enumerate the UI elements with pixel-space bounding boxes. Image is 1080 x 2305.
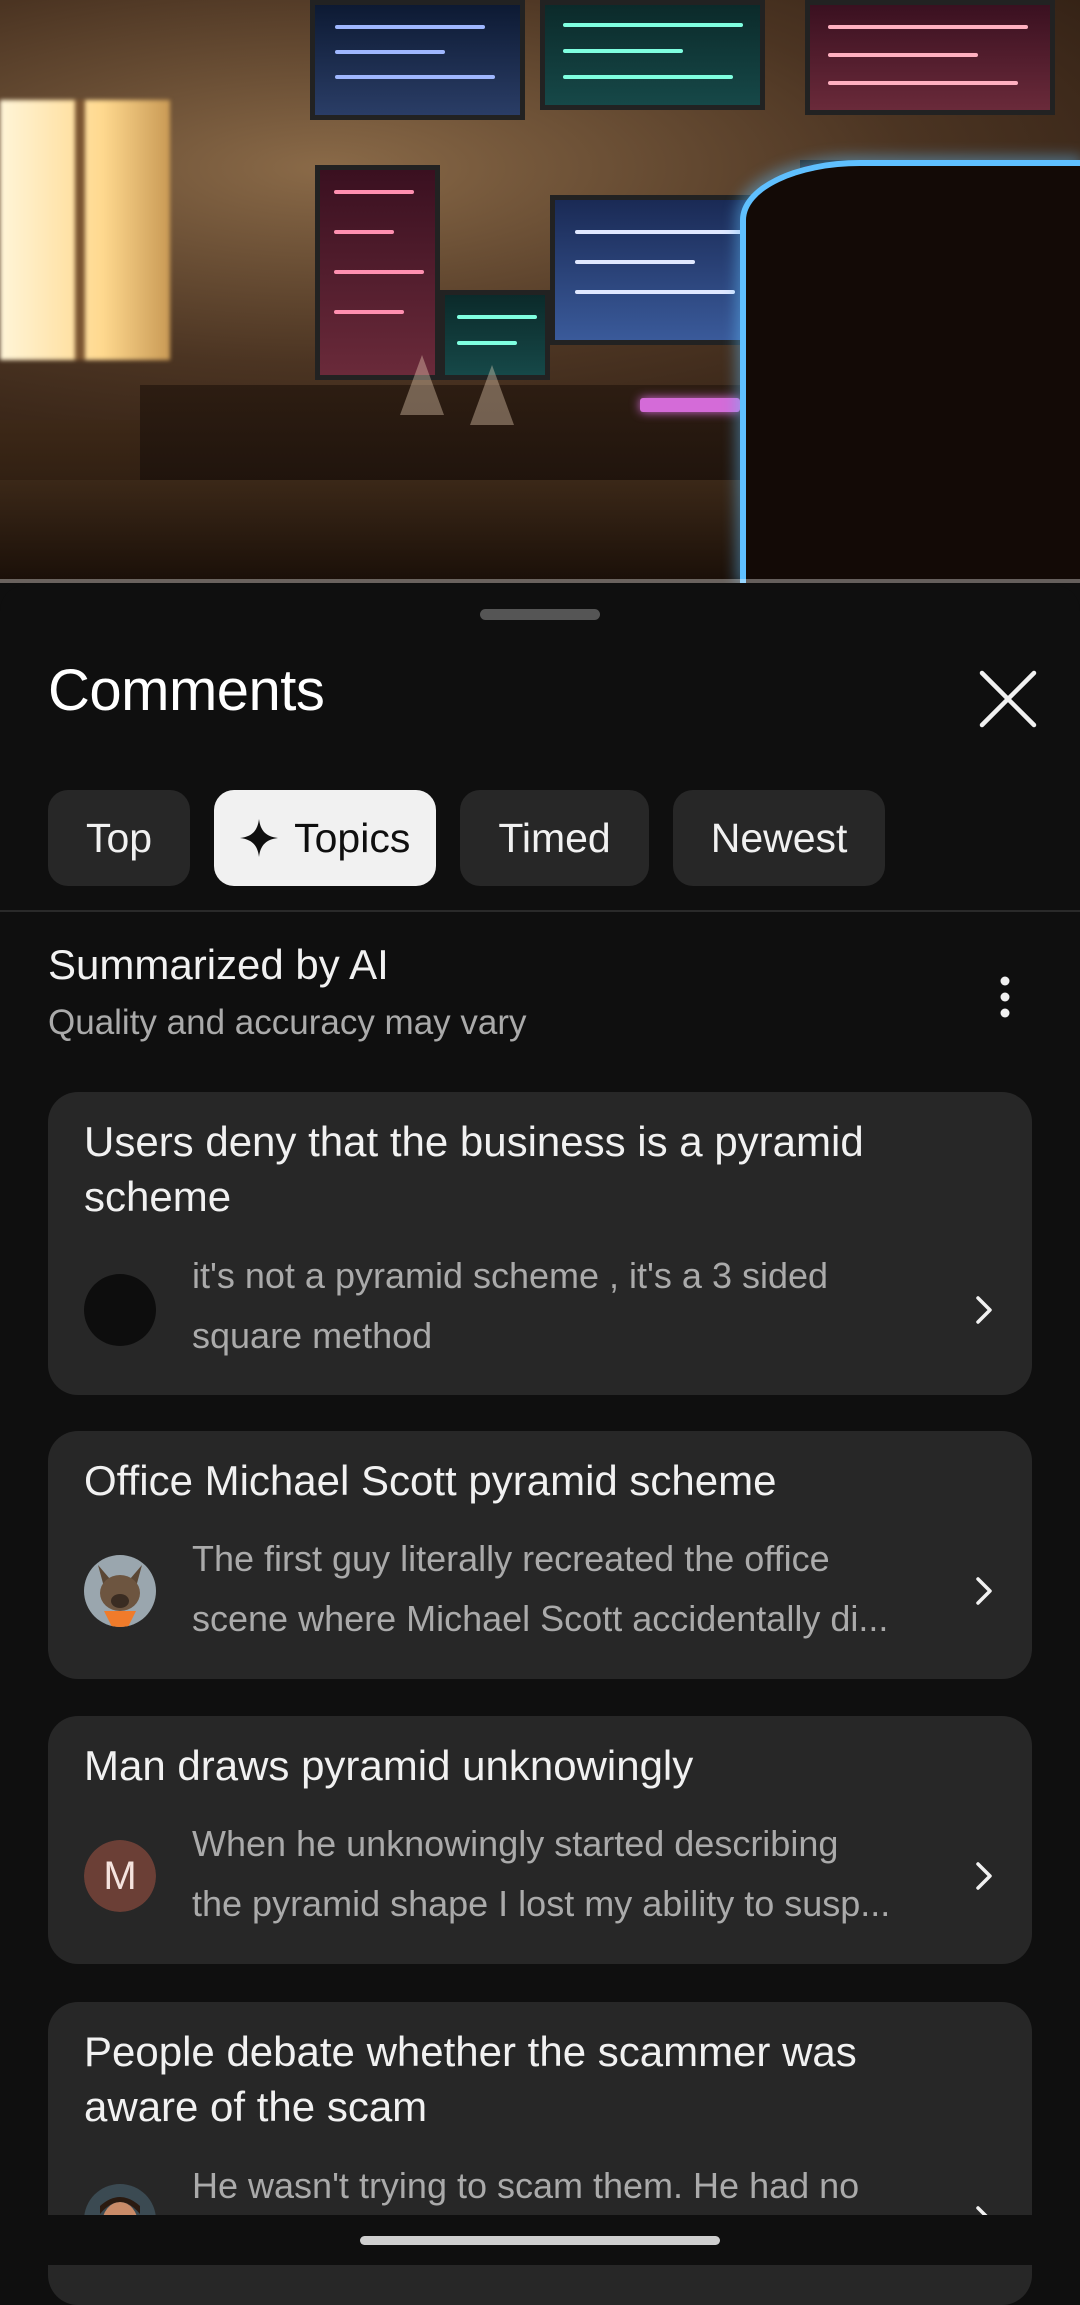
close-button[interactable] xyxy=(972,663,1044,735)
avatar-letter: M xyxy=(84,1840,156,1912)
avatar: M xyxy=(84,1840,156,1912)
topic-title-line: aware of the scam xyxy=(84,2083,428,2130)
video-keyboard-glow xyxy=(640,398,740,412)
chip-label: Newest xyxy=(710,814,848,861)
chip-timed[interactable]: Timed xyxy=(460,790,649,886)
topic-snippet: He wasn't trying to scam them. He had no xyxy=(192,2156,912,2216)
summary-title: Summarized by AI xyxy=(48,941,389,988)
avatar xyxy=(84,1555,156,1627)
topic-snippet: When he unknowingly started describing t… xyxy=(192,1814,912,1934)
chevron-right-icon xyxy=(966,1571,1002,1611)
comments-sheet: Comments Top Topics Timed Newest Summari… xyxy=(0,585,1080,2305)
topic-card[interactable]: Office Michael Scott pyramid scheme The … xyxy=(48,1431,1032,1679)
sort-chips: Top Topics Timed Newest xyxy=(48,790,886,886)
chip-label: Top xyxy=(86,814,153,861)
topic-title-line: scheme xyxy=(84,1173,232,1220)
chevron-right-icon xyxy=(966,1290,1002,1330)
topic-title-line: Man draws pyramid unknowingly xyxy=(84,1742,694,1789)
topic-title-line: Users deny that the business is a pyrami… xyxy=(84,1118,864,1165)
gesture-nav-bar[interactable] xyxy=(360,2236,720,2245)
more-options-button[interactable] xyxy=(980,967,1030,1027)
snippet-line: The first guy literally recreated the of… xyxy=(192,1538,830,1579)
topic-card[interactable]: Users deny that the business is a pyrami… xyxy=(48,1092,1032,1395)
close-icon xyxy=(979,670,1037,728)
video-progress-bar[interactable] xyxy=(0,579,1080,583)
video-monitor xyxy=(805,0,1055,115)
topic-title: Users deny that the business is a pyrami… xyxy=(84,1114,984,1224)
chip-label: Timed xyxy=(498,814,611,861)
sparkle-icon xyxy=(238,817,280,859)
topic-title: Office Michael Scott pyramid scheme xyxy=(84,1453,984,1508)
video-window-light xyxy=(0,100,170,360)
video-monitor xyxy=(315,165,440,380)
chip-top[interactable]: Top xyxy=(48,790,191,886)
snippet-line: He wasn't trying to scam them. He had no xyxy=(192,2165,860,2206)
snippet-line: the pyramid shape I lost my ability to s… xyxy=(192,1883,891,1924)
drag-handle[interactable] xyxy=(480,609,600,620)
topic-title-line: Office Michael Scott pyramid scheme xyxy=(84,1457,777,1504)
avatar xyxy=(84,1274,156,1346)
snippet-line: square method xyxy=(192,1315,433,1356)
chip-topics[interactable]: Topics xyxy=(214,790,437,886)
topic-title: People debate whether the scammer was aw… xyxy=(84,2024,984,2134)
video-monitor xyxy=(310,0,525,120)
chip-label: Topics xyxy=(294,814,411,861)
video-flask xyxy=(470,365,514,425)
topic-title-line: People debate whether the scammer was xyxy=(84,2028,857,2075)
chevron-right-icon xyxy=(966,1856,1002,1896)
video-flask xyxy=(400,355,444,415)
video-chair xyxy=(740,160,1080,583)
chip-newest[interactable]: Newest xyxy=(672,790,886,886)
snippet-line: it's not a pyramid scheme , it's a 3 sid… xyxy=(192,1255,829,1296)
topic-title: Man draws pyramid unknowingly xyxy=(84,1738,984,1793)
more-vert-icon xyxy=(1000,976,1010,1018)
summary-subtitle: Quality and accuracy may vary xyxy=(48,1003,527,1042)
snippet-line: scene where Michael Scott accidentally d… xyxy=(192,1598,889,1639)
topic-card[interactable]: Man draws pyramid unknowingly M When he … xyxy=(48,1716,1032,1964)
video-monitor xyxy=(540,0,765,110)
divider xyxy=(0,910,1080,912)
snippet-line: When he unknowingly started describing xyxy=(192,1823,839,1864)
video-player[interactable] xyxy=(0,0,1080,583)
sheet-title: Comments xyxy=(48,658,325,723)
topic-snippet: it's not a pyramid scheme , it's a 3 sid… xyxy=(192,1246,912,1366)
topic-snippet: The first guy literally recreated the of… xyxy=(192,1529,912,1649)
